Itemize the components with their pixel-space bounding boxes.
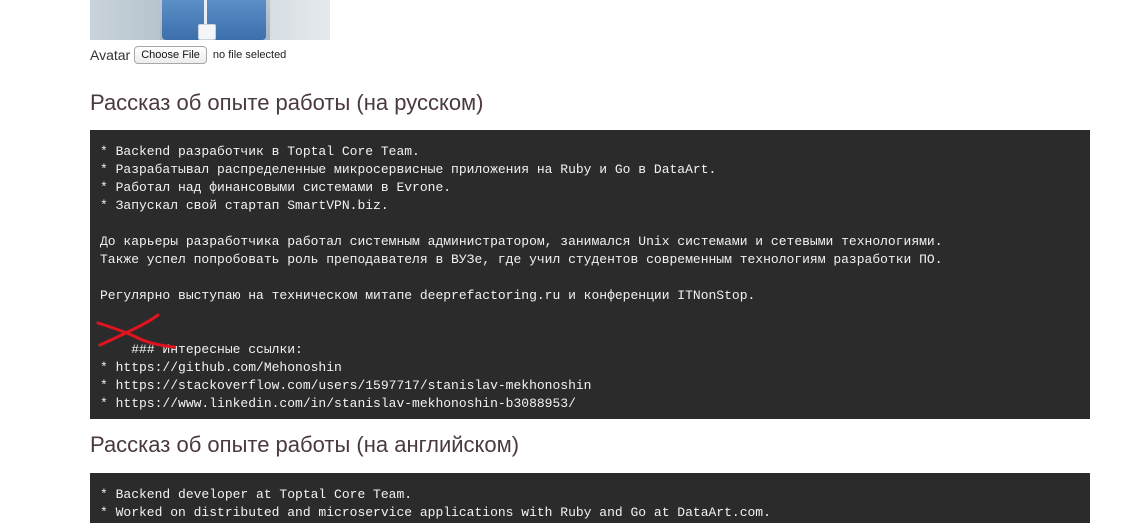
experience-en-textarea[interactable]: * Backend developer at Toptal Core Team.… xyxy=(90,473,1090,523)
file-status-text: no file selected xyxy=(212,49,287,61)
avatar-photo xyxy=(90,0,330,40)
code-line: До карьеры разработчика работал системны… xyxy=(100,234,943,249)
avatar-upload-row: Avatar Choose File no file selected xyxy=(90,45,286,65)
code-line: ### Интересные ссылки: xyxy=(131,342,303,357)
photo-background xyxy=(270,0,330,40)
photo-badge xyxy=(198,24,216,40)
links-heading-line: ### Интересные ссылки: xyxy=(96,313,1080,357)
choose-file-button[interactable]: Choose File xyxy=(134,46,207,64)
code-line: * Worked on distributed and microservice… xyxy=(100,505,771,520)
code-line: * Backend разработчик в Toptal Core Team… xyxy=(100,144,420,159)
experience-ru-textarea[interactable]: * Backend разработчик в Toptal Core Team… xyxy=(90,130,1090,419)
avatar-label: Avatar xyxy=(90,47,131,63)
experience-en-title: Рассказ об опыте работы (на английском) xyxy=(90,432,520,457)
code-line: * Разрабатывал распределенные микросерви… xyxy=(100,162,717,177)
photo-background xyxy=(90,0,160,40)
photo-lanyard xyxy=(204,0,207,26)
code-line: * Работал над финансовыми системами в Ev… xyxy=(100,180,452,195)
code-line: * Запускал свой стартап SmartVPN.biz. xyxy=(100,198,389,213)
code-line: * Backend developer at Toptal Core Team. xyxy=(100,487,413,502)
code-line: * https://stackoverflow.com/users/159771… xyxy=(100,378,592,393)
code-line: * https://github.com/Mehonoshin xyxy=(100,360,342,375)
code-line: Также успел попробовать роль преподавате… xyxy=(100,252,943,267)
code-line: Регулярно выступаю на техническом митапе… xyxy=(100,288,756,303)
experience-ru-title: Рассказ об опыте работы (на русском) xyxy=(90,90,484,115)
code-line: * https://www.linkedin.com/in/stanislav-… xyxy=(100,396,576,411)
